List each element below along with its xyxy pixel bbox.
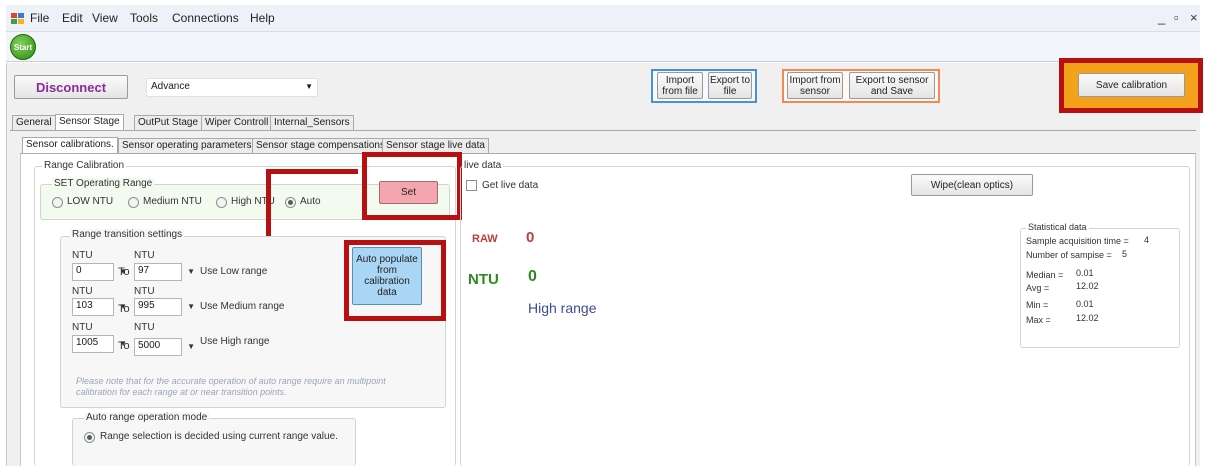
row3-use-label: Use High range <box>200 336 270 347</box>
row2-to-select[interactable]: 995 ▼ <box>134 298 195 316</box>
range-transition-title: Range transition settings <box>70 229 185 240</box>
tab-output-stage[interactable]: OutPut Stage <box>134 115 203 130</box>
restore-icon[interactable]: ▫ <box>1174 10 1179 25</box>
radio-medium-ntu[interactable] <box>128 197 139 208</box>
max-label: Max = <box>1026 315 1051 325</box>
row1-from-select[interactable]: 0 ▼ <box>72 263 127 281</box>
start-button[interactable]: Start <box>10 34 36 60</box>
get-live-data-label: Get live data <box>482 180 539 191</box>
ntu-col-label: NTU <box>134 286 155 297</box>
num-samples-label: Number of sampise = <box>1026 250 1112 260</box>
ntu-col-label: NTU <box>134 322 155 333</box>
min-label: Min = <box>1026 300 1049 310</box>
row2-to-value: 995 <box>138 300 155 311</box>
avg-value: 12.02 <box>1076 281 1099 291</box>
mode-select-value: Advance <box>151 81 190 92</box>
sample-time-label: Sample acquisition time = <box>1026 236 1129 246</box>
toolbar: Start <box>6 32 1200 62</box>
raw-value: 0 <box>526 229 535 246</box>
start-label: Start <box>13 42 33 52</box>
row3-from-select[interactable]: 1005 ▼ <box>72 335 127 353</box>
avg-label: Avg = <box>1026 283 1050 293</box>
menu-connections[interactable]: Connections <box>172 11 239 25</box>
menu-bar: File Edit View Tools Connections Help _ … <box>6 5 1200 32</box>
tab-general[interactable]: General <box>12 115 56 130</box>
radio-range-selection-label: Range selection is decided using current… <box>100 431 338 442</box>
radio-range-selection[interactable] <box>84 432 95 443</box>
operating-range-title: SET Operating Range <box>52 178 155 189</box>
row1-use-label: Use Low range <box>200 266 268 277</box>
save-calibration-button[interactable]: Save calibration <box>1078 73 1185 97</box>
radio-medium-ntu-label: Medium NTU <box>143 196 202 207</box>
num-samples-value: 5 <box>1122 249 1128 259</box>
auto-mode-group <box>72 418 356 466</box>
auto-mode-title: Auto range operation mode <box>84 412 210 423</box>
row1-to-value: 97 <box>138 265 150 276</box>
ntu-col-label: NTU <box>72 286 93 297</box>
chevron-down-icon: ▼ <box>187 302 195 311</box>
ntu-col-label: NTU <box>72 250 93 261</box>
import-from-sensor-button[interactable]: Import from sensor <box>787 72 843 99</box>
to-label: To <box>118 303 130 315</box>
chevron-down-icon: ▼ <box>187 342 195 351</box>
row3-from-value: 1005 <box>76 337 99 348</box>
row2-from-select[interactable]: 103 ▼ <box>72 298 127 316</box>
median-label: Median = <box>1026 270 1064 280</box>
row2-use-label: Use Medium range <box>200 301 285 312</box>
to-label: To <box>118 266 130 278</box>
ntu-col-label: NTU <box>72 322 93 333</box>
median-value: 0.01 <box>1076 268 1094 278</box>
app-icon <box>10 11 25 25</box>
max-value: 12.02 <box>1076 313 1099 323</box>
min-value: 0.01 <box>1076 299 1094 309</box>
set-highlight-box <box>362 152 462 220</box>
radio-low-ntu[interactable] <box>52 197 63 208</box>
menu-help[interactable]: Help <box>250 11 275 25</box>
statistics-title: Statistical data <box>1026 222 1089 232</box>
mode-select[interactable]: Advance ▼ <box>146 78 318 97</box>
wipe-button[interactable]: Wipe(clean optics) <box>911 174 1033 196</box>
chevron-down-icon: ▼ <box>305 82 313 91</box>
row3-to-select[interactable]: 5000 ▼ <box>134 338 195 356</box>
radio-low-ntu-label: LOW NTU <box>67 196 114 207</box>
tab-sensor-stage-compensations[interactable]: Sensor stage compensations <box>252 138 389 153</box>
tabs-divider <box>10 130 1196 131</box>
row2-from-value: 103 <box>76 300 93 311</box>
menu-view[interactable]: View <box>92 11 118 25</box>
row1-from-value: 0 <box>76 265 82 276</box>
chevron-down-icon: ▼ <box>187 267 195 276</box>
tab-sensor-operating-parameters[interactable]: Sensor operating parameters <box>118 138 256 153</box>
range-calibration-title: Range Calibration <box>42 160 127 171</box>
auto-range-note: Please note that for the accurate operat… <box>76 376 386 397</box>
ntu-label: NTU <box>468 271 499 288</box>
menu-tools[interactable]: Tools <box>130 11 158 25</box>
live-data-title: live data <box>462 160 504 171</box>
import-from-file-button[interactable]: Import from file <box>657 72 703 99</box>
export-to-file-button[interactable]: Export to file <box>708 72 752 99</box>
row3-to-value: 5000 <box>138 340 161 351</box>
sample-time-value: 4 <box>1144 235 1150 245</box>
auto-populate-highlight-box <box>344 240 446 321</box>
get-live-data-checkbox[interactable] <box>466 180 477 191</box>
tab-sensor-stage[interactable]: Sensor Stage <box>55 114 124 131</box>
tab-sensor-calibrations[interactable]: Sensor calibrations. <box>22 137 118 154</box>
close-icon[interactable]: × <box>1190 10 1198 25</box>
radio-high-ntu[interactable] <box>216 197 227 208</box>
tab-sensor-stage-live-data[interactable]: Sensor stage live data <box>382 138 489 153</box>
tab-internal-sensors[interactable]: Internal_Sensors <box>270 115 354 130</box>
auto-highlight-box <box>266 169 358 241</box>
row1-to-select[interactable]: 97 ▼ <box>134 263 195 281</box>
menu-edit[interactable]: Edit <box>62 11 83 25</box>
disconnect-button[interactable]: Disconnect <box>14 75 128 99</box>
export-to-sensor-button[interactable]: Export to sensor and Save <box>849 72 935 99</box>
ntu-value: 0 <box>528 268 537 285</box>
minimize-icon[interactable]: _ <box>1158 10 1165 25</box>
range-status: High range <box>528 300 597 316</box>
menu-file[interactable]: File <box>30 11 49 25</box>
ntu-col-label: NTU <box>134 250 155 261</box>
to-label: To <box>118 340 130 352</box>
tab-wiper-controll[interactable]: Wiper Controll <box>201 115 273 130</box>
raw-label: RAW <box>472 233 498 245</box>
